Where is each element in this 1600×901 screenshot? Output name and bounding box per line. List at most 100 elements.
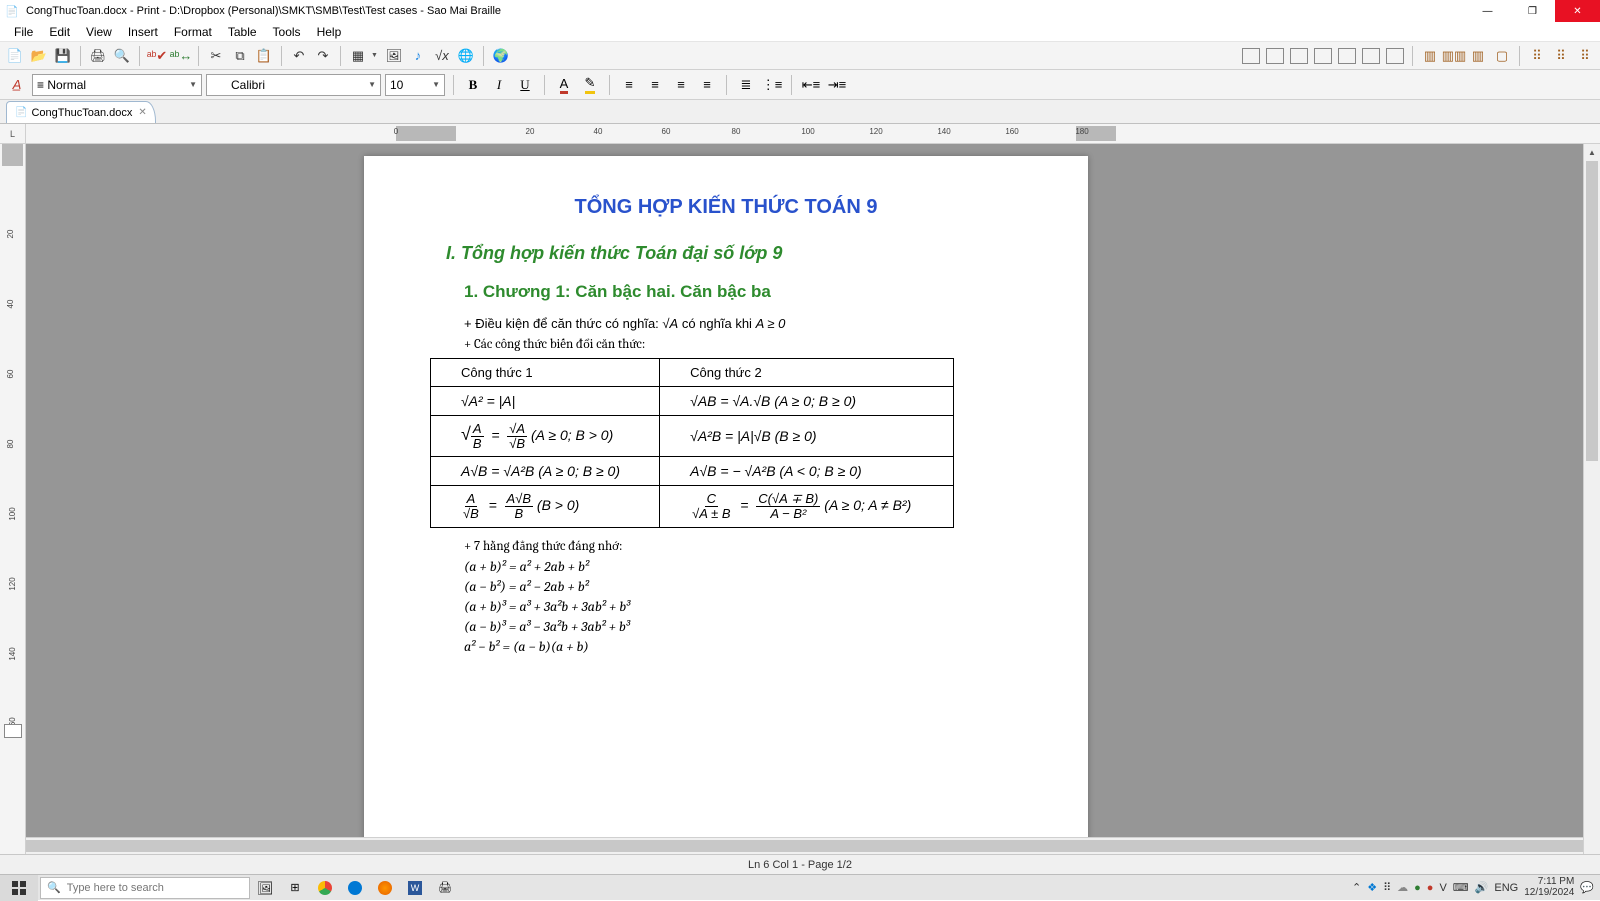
font-size-combo[interactable]: 10 ▼ [385,74,445,96]
taskbar-search[interactable]: 🔍 Type here to search [40,877,250,899]
find-replace-button[interactable]: ᵃᵇ↔ [170,45,192,67]
tray-onedrive-icon[interactable]: ☁ [1397,881,1408,894]
view-mode-1[interactable] [1242,48,1260,64]
horizontal-ruler[interactable]: 0 20 40 60 80 100 120 140 160 180 [26,124,1600,143]
document-tab[interactable]: 📄 CongThucToan.docx ✕ [6,101,156,123]
menu-insert[interactable]: Insert [120,25,166,39]
document-canvas[interactable]: TỔNG HỢP KIẾN THỨC TOÁN 9 I. Tổng hợp ki… [26,144,1583,874]
underline-button[interactable]: U [514,74,536,96]
save-button[interactable]: 💾 [52,45,74,67]
print-button[interactable]: 🖨 [87,45,109,67]
column-right-button[interactable]: ▥ [1467,45,1489,67]
column-left-button[interactable]: ▥ [1419,45,1441,67]
menu-tools[interactable]: Tools [265,25,309,39]
tray-keyboard-icon[interactable]: ⌨ [1453,881,1469,894]
image-button[interactable]: 🖼 [383,45,405,67]
column-none-button[interactable]: ▢ [1491,45,1513,67]
menu-format[interactable]: Format [166,25,220,39]
font-family-combo[interactable]: Calibri ▼ [206,74,381,96]
table-cell: A√B = A√BB (B > 0) [431,486,660,527]
tray-overflow-icon[interactable]: ⌃ [1352,881,1361,894]
view-mode-5[interactable] [1338,48,1356,64]
taskbar-taskview[interactable]: ⊞ [280,875,310,901]
print-preview-button[interactable]: 🔍 [111,45,133,67]
table-button[interactable]: ▦ [347,45,369,67]
tray-icon[interactable]: ❖ [1367,881,1377,894]
doc-line: + Điều kiện để căn thức có nghĩa: √A có … [464,316,988,332]
tray-clock[interactable]: 7:11 PM 12/19/2024 [1524,877,1574,898]
align-justify-button[interactable]: ≡ [696,74,718,96]
tray-icon[interactable]: V [1439,882,1446,894]
text-style-icon[interactable]: A̲ [6,74,28,96]
tray-icon[interactable]: ● [1414,882,1421,894]
language-button[interactable]: 🌍 [490,45,512,67]
decrease-indent-button[interactable]: ⇤≡ [800,74,822,96]
close-button[interactable]: ✕ [1555,0,1600,22]
view-mode-2[interactable] [1266,48,1284,64]
menu-edit[interactable]: Edit [41,25,78,39]
tray-volume-icon[interactable]: 🔊 [1475,881,1489,894]
menu-table[interactable]: Table [220,25,265,39]
taskbar-print[interactable]: 🖨 [430,875,460,901]
align-right-button[interactable]: ≡ [670,74,692,96]
scroll-up-icon[interactable]: ▲ [1584,144,1600,161]
minimize-button[interactable]: — [1465,0,1510,22]
scrollbar-thumb[interactable] [1586,161,1598,461]
globe-button[interactable]: 🌐 [455,45,477,67]
tray-notifications-icon[interactable]: 💬 [1580,881,1594,894]
dropdown-icon[interactable]: ▼ [371,52,381,59]
braille-2-button[interactable]: ⠿ [1550,45,1572,67]
braille-1-button[interactable]: ⠿ [1526,45,1548,67]
italic-button[interactable]: I [488,74,510,96]
start-button[interactable] [0,875,38,901]
tray-language[interactable]: ENG [1494,882,1518,894]
align-center-button[interactable]: ≡ [644,74,666,96]
view-mode-3[interactable] [1290,48,1308,64]
paste-button[interactable]: 📋 [253,45,275,67]
tray-icon[interactable]: ● [1427,882,1434,894]
tray-icon[interactable]: ⠿ [1383,881,1391,894]
menu-help[interactable]: Help [309,25,350,39]
braille-3-button[interactable]: ⠿ [1574,45,1596,67]
paragraph-style-combo[interactable]: ≡ Normal ▼ [32,74,202,96]
highlight-button[interactable]: ✎ [579,74,601,96]
view-mode-4[interactable] [1314,48,1332,64]
taskbar-cortana[interactable]: 🖼 [250,875,280,901]
open-button[interactable]: 📂 [28,45,50,67]
view-mode-6[interactable] [1362,48,1380,64]
copy-button[interactable]: ⧉ [229,45,251,67]
new-button[interactable]: 📄 [4,45,26,67]
maximize-button[interactable]: ❐ [1510,0,1555,22]
numbered-list-button[interactable]: ≣ [735,74,757,96]
tab-close-button[interactable]: ✕ [138,107,146,118]
font-color-button[interactable]: A [553,74,575,96]
view-mode-7[interactable] [1386,48,1404,64]
scrollbar-thumb[interactable] [26,840,1583,852]
redo-button[interactable]: ↷ [312,45,334,67]
bold-button[interactable]: B [462,74,484,96]
taskbar-firefox[interactable] [370,875,400,901]
align-left-button[interactable]: ≡ [618,74,640,96]
undo-button[interactable]: ↶ [288,45,310,67]
vertical-scrollbar[interactable]: ▲ ▼ [1583,144,1600,874]
cut-button[interactable]: ✂ [205,45,227,67]
menu-file[interactable]: File [6,25,41,39]
horizontal-scrollbar[interactable] [26,837,1583,854]
audio-button[interactable]: ♪ [407,45,429,67]
spellcheck-button[interactable]: ᵃᵇ✔ [146,45,168,67]
column-both-button[interactable]: ▥▥ [1443,45,1465,67]
equation-button[interactable]: √x [431,45,453,67]
doc-line: + 7 hằng đẳng thức đáng nhớ: [464,538,988,554]
menu-view[interactable]: View [78,25,120,39]
document-tab-bar: 📄 CongThucToan.docx ✕ [0,100,1600,124]
ruler-marker[interactable] [4,724,22,738]
bulleted-list-button[interactable]: ⋮≡ [761,74,783,96]
taskbar-chrome[interactable] [310,875,340,901]
taskbar-word[interactable]: W [400,875,430,901]
vertical-ruler[interactable]: 20 40 60 80 100 120 140 160 [0,144,26,874]
status-bar: Ln 6 Col 1 - Page 1/2 [0,854,1600,874]
taskbar-edge[interactable] [340,875,370,901]
separator [198,46,199,66]
search-placeholder: Type here to search [67,882,164,894]
increase-indent-button[interactable]: ⇥≡ [826,74,848,96]
